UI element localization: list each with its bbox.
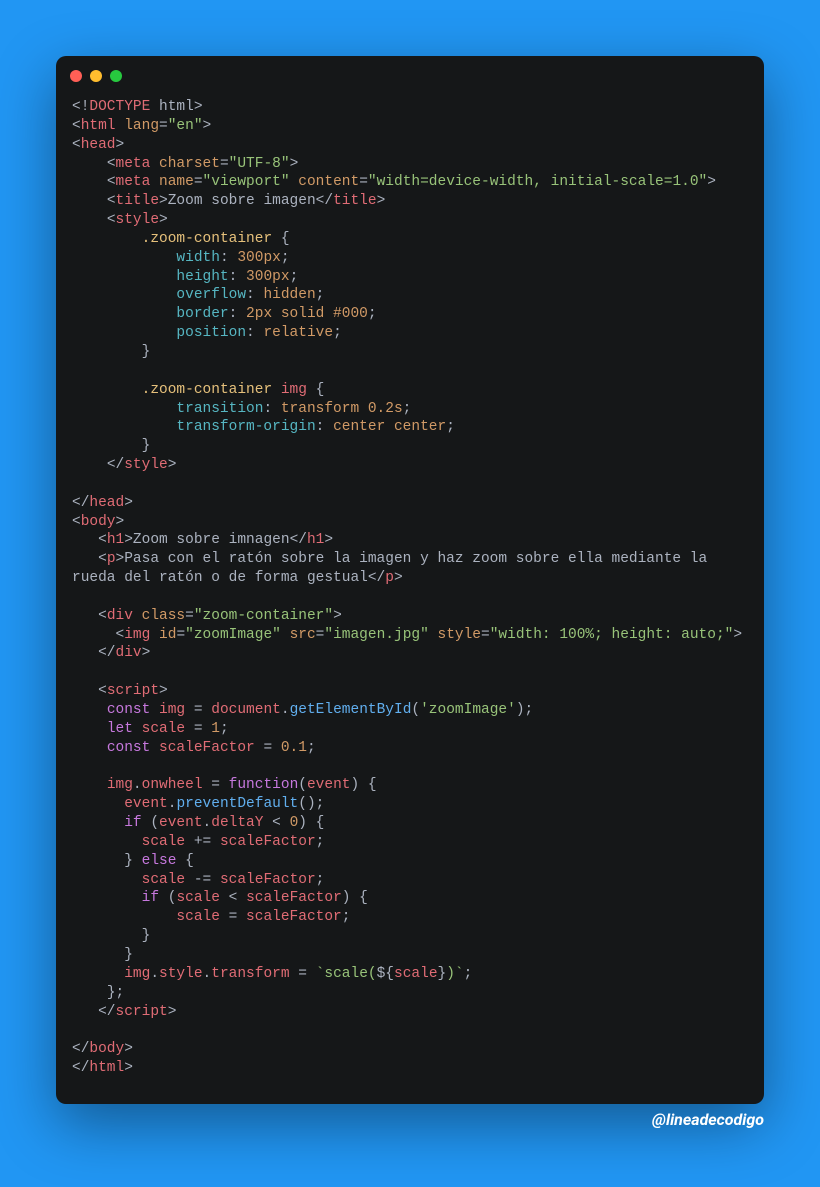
credit-label: @lineadecodigo	[56, 1110, 764, 1131]
maximize-icon[interactable]	[110, 70, 122, 82]
close-icon[interactable]	[70, 70, 82, 82]
window-titlebar	[56, 70, 764, 92]
minimize-icon[interactable]	[90, 70, 102, 82]
code-window: <!DOCTYPE html> <html lang="en"> <head> …	[56, 56, 764, 1104]
code-block: <!DOCTYPE html> <html lang="en"> <head> …	[56, 92, 764, 1084]
